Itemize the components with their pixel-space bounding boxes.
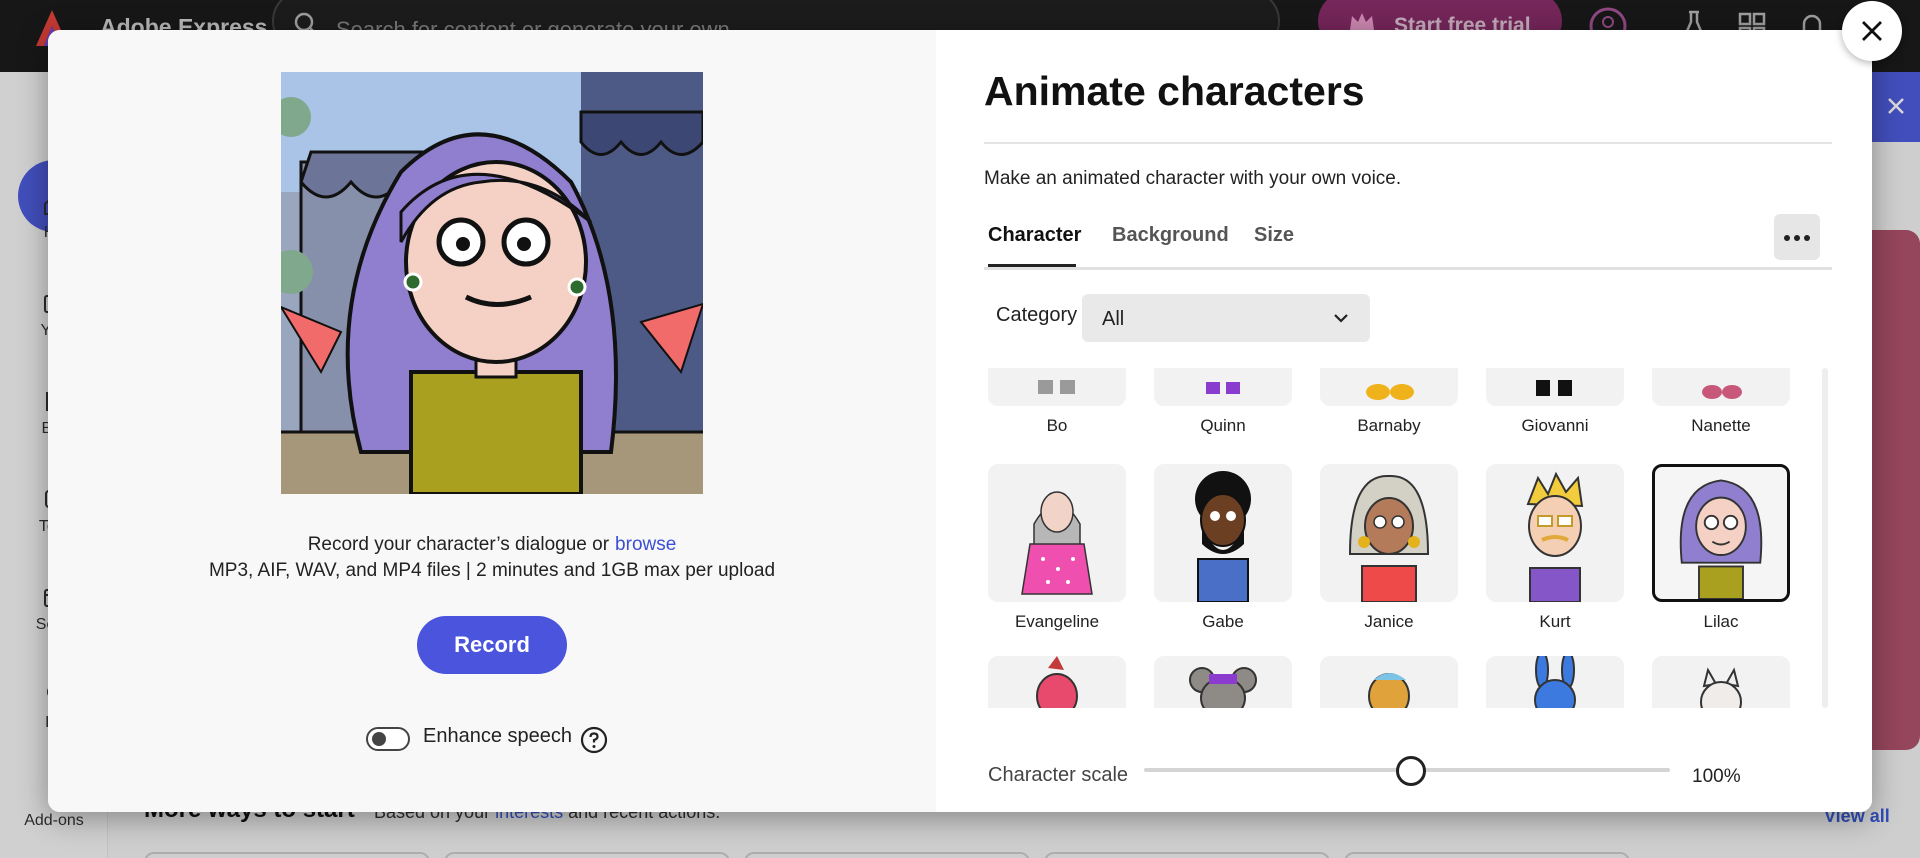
character-item-lilac[interactable]: Lilac xyxy=(1652,464,1790,632)
character-item-barnaby[interactable]: Barnaby xyxy=(1320,368,1458,436)
character-name: Evangeline xyxy=(1014,612,1100,631)
close-icon xyxy=(1862,21,1882,41)
character-thumbnail xyxy=(1154,368,1292,406)
record-instructions: Record your character’s dialogue or brows… xyxy=(48,534,936,556)
character-item-row3-2[interactable] xyxy=(1154,656,1292,708)
character-name: Lilac xyxy=(1703,612,1739,631)
browse-link[interactable]: browse xyxy=(615,534,676,555)
record-prompt-text: Record your character’s dialogue or xyxy=(307,534,610,555)
character-thumbnail-selected xyxy=(1652,464,1790,602)
character-item-gabe[interactable]: Gabe xyxy=(1154,464,1292,632)
settings-pane: Animate characters Make an animated char… xyxy=(936,30,1872,812)
character-item-row3-5[interactable] xyxy=(1652,656,1790,708)
tab-bar: Character Background Size xyxy=(984,224,1832,270)
character-name: Bo xyxy=(1046,416,1068,435)
character-item-giovanni[interactable]: Giovanni xyxy=(1486,368,1624,436)
character-name: Giovanni xyxy=(1521,416,1589,435)
record-button[interactable]: Record xyxy=(417,616,567,674)
preview-pane: Record your character’s dialogue or brows… xyxy=(48,30,936,812)
character-name: Nanette xyxy=(1691,416,1751,435)
character-name: Kurt xyxy=(1539,612,1571,631)
more-dot xyxy=(1784,235,1790,241)
enhance-speech-label: Enhance speech xyxy=(423,725,573,747)
character-grid: Bo Quinn Barnaby Giovanni Nanette Evange… xyxy=(988,368,1828,708)
more-dot xyxy=(1804,235,1810,241)
dialog-title: Animate characters xyxy=(984,68,1365,114)
character-item-row3-4[interactable] xyxy=(1486,656,1624,708)
chevron-down-icon xyxy=(1334,314,1348,323)
tab-background[interactable]: Background xyxy=(1112,224,1229,247)
category-value: All xyxy=(1102,308,1125,330)
character-thumbnail xyxy=(988,464,1126,602)
category-label: Category xyxy=(996,304,1078,326)
character-scale-value: 100% xyxy=(1692,766,1741,787)
character-name: Barnaby xyxy=(1357,416,1421,435)
tab-character[interactable]: Character xyxy=(988,224,1081,247)
animate-characters-dialog: Record your character’s dialogue or brows… xyxy=(48,30,1872,812)
character-thumbnail xyxy=(1652,368,1790,406)
character-thumbnail xyxy=(1154,464,1292,602)
character-name: Quinn xyxy=(1200,416,1246,435)
character-thumbnail xyxy=(1486,656,1624,708)
character-item-quinn[interactable]: Quinn xyxy=(1154,368,1292,436)
character-name: Gabe xyxy=(1202,612,1244,631)
more-options-button[interactable] xyxy=(1774,214,1820,260)
character-thumbnail xyxy=(1486,464,1624,602)
character-thumbnail xyxy=(1320,368,1458,406)
character-item-kurt[interactable]: Kurt xyxy=(1486,464,1624,632)
character-thumbnail xyxy=(1320,656,1458,708)
character-preview-image xyxy=(281,72,703,494)
character-item-nanette[interactable]: Nanette xyxy=(1652,368,1790,436)
file-format-info: MP3, AIF, WAV, and MP4 files | 2 minutes… xyxy=(208,560,776,581)
character-item-evangeline[interactable]: Evangeline xyxy=(988,464,1126,632)
character-item-row3-3[interactable] xyxy=(1320,656,1458,708)
character-item-row3-1[interactable] xyxy=(988,656,1126,708)
character-thumbnail xyxy=(1486,368,1624,406)
character-grid-scrollbar[interactable] xyxy=(1822,368,1828,708)
help-icon[interactable] xyxy=(580,726,608,754)
character-item-janice[interactable]: Janice xyxy=(1320,464,1458,632)
tab-size[interactable]: Size xyxy=(1254,224,1294,247)
character-item-bo[interactable]: Bo xyxy=(988,368,1126,436)
character-thumbnail xyxy=(1320,464,1458,602)
active-tab-indicator xyxy=(988,264,1076,267)
character-thumbnail xyxy=(988,368,1126,406)
character-thumbnail xyxy=(1154,656,1292,708)
character-scale-label: Character scale xyxy=(988,764,1129,786)
more-dot xyxy=(1794,235,1800,241)
title-divider xyxy=(984,142,1832,144)
close-dialog-button[interactable] xyxy=(1842,1,1902,61)
character-thumbnail xyxy=(1652,656,1790,708)
dialog-subtitle: Make an animated character with your own… xyxy=(984,168,1402,189)
category-dropdown[interactable]: All xyxy=(1082,294,1370,342)
character-thumbnail xyxy=(988,656,1126,708)
toggle-knob xyxy=(372,732,386,746)
character-scale-slider-thumb[interactable] xyxy=(1396,756,1426,786)
enhance-speech-toggle[interactable] xyxy=(366,727,410,751)
character-name: Janice xyxy=(1364,612,1414,631)
